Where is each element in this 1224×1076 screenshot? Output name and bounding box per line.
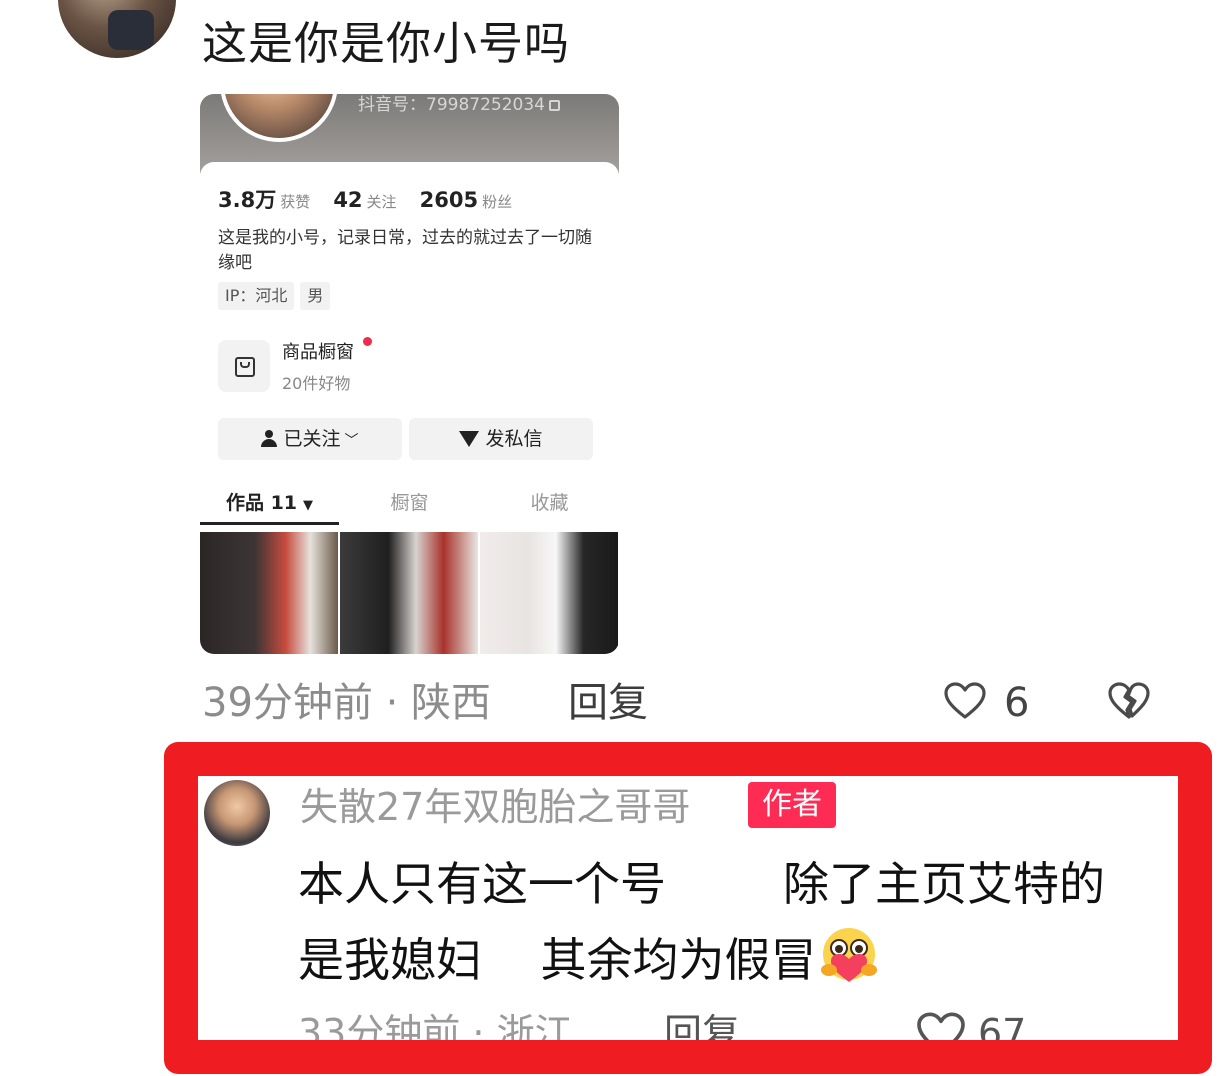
reply-time-location: 33分钟前 · 浙江: [298, 1011, 573, 1040]
tab-works: 作品 11 ▼: [200, 488, 339, 515]
douyin-id: 抖音号：79987252034: [358, 94, 560, 116]
comment-image[interactable]: 抖音号：79987252034 3.8万 获赞 42 关注 2605 粉丝 这是我的小…: [200, 94, 619, 654]
author-avatar[interactable]: [204, 780, 270, 846]
like-count: 6: [1004, 680, 1030, 726]
douyin-id-text: 抖音号：79987252034: [358, 95, 545, 115]
like-heart-icon[interactable]: [944, 682, 986, 720]
tab-favorites: 收藏: [530, 492, 569, 514]
likes-label: 获赞: [280, 193, 311, 211]
reply-text-line2: 是我媳妇 其余均为假冒: [298, 926, 881, 992]
reply-text-line2-text: 是我媳妇 其余均为假冒: [298, 933, 817, 987]
commenter-avatar[interactable]: [58, 0, 176, 58]
caret-down-icon: ▼: [303, 498, 314, 513]
message-button: 发私信: [409, 418, 593, 460]
video-thumbnail: [200, 532, 338, 654]
likes-count: 3.8万: [218, 188, 277, 212]
comment-time-location: 39分钟前 · 陕西: [202, 680, 492, 726]
ip-tag: IP：河北: [218, 282, 295, 310]
dislike-broken-heart-icon[interactable]: [1108, 682, 1150, 720]
shop-subtitle: 20件好物: [282, 374, 351, 393]
comment-text: 这是你是你小号吗: [202, 17, 571, 70]
message-label: 发私信: [485, 428, 543, 450]
send-icon: [459, 431, 480, 447]
reply-like-count: 67: [978, 1011, 1027, 1040]
profile-tags: IP：河北男: [218, 282, 336, 310]
following-count: 42: [333, 188, 363, 212]
author-badge: 作者: [748, 782, 836, 828]
profile-bio: 这是我的小号，记录日常，过去的就过去了一切随缘吧: [218, 228, 592, 273]
tab-works-label: 作品 11: [225, 492, 298, 514]
shop-bag-icon: [218, 340, 270, 392]
followed-button: 已关注 ﹀: [218, 418, 402, 460]
reply-like-heart-icon[interactable]: [916, 1012, 966, 1040]
author-reply: 失散27年双胞胎之哥哥 作者 本人只有这一个号 除了主页艾特的 是我媳妇 其余均…: [204, 776, 1174, 1040]
copy-icon: [548, 99, 560, 111]
tab-showcase: 橱窗: [390, 492, 429, 514]
profile-avatar: [220, 94, 338, 142]
shop-title: 商品橱窗: [282, 342, 354, 363]
heart-emoji-icon: [820, 928, 877, 982]
author-username[interactable]: 失散27年双胞胎之哥哥: [300, 782, 690, 832]
followed-label: 已关注: [283, 428, 341, 450]
profile-card: 3.8万 获赞 42 关注 2605 粉丝 这是我的小号，记录日常，过去的就过去了一切…: [200, 162, 619, 654]
followers-label: 粉丝: [482, 193, 513, 211]
reply-button[interactable]: 回复: [568, 676, 648, 730]
following-label: 关注: [366, 193, 397, 211]
gender-tag: 男: [300, 282, 331, 310]
reply-reply-button[interactable]: 回复: [664, 1008, 740, 1040]
reply-text-line1: 本人只有这一个号 除了主页艾特的: [298, 857, 1105, 911]
notification-dot: [363, 337, 372, 346]
profile-stats: 3.8万 获赞 42 关注 2605 粉丝: [218, 184, 530, 214]
chevron-down-icon: ﹀: [344, 433, 359, 449]
video-thumbnail: [340, 532, 478, 654]
tab-underline: [200, 522, 339, 525]
video-thumbnail: [480, 532, 618, 654]
followers-count: 2605: [419, 188, 479, 212]
user-icon: [261, 430, 278, 448]
